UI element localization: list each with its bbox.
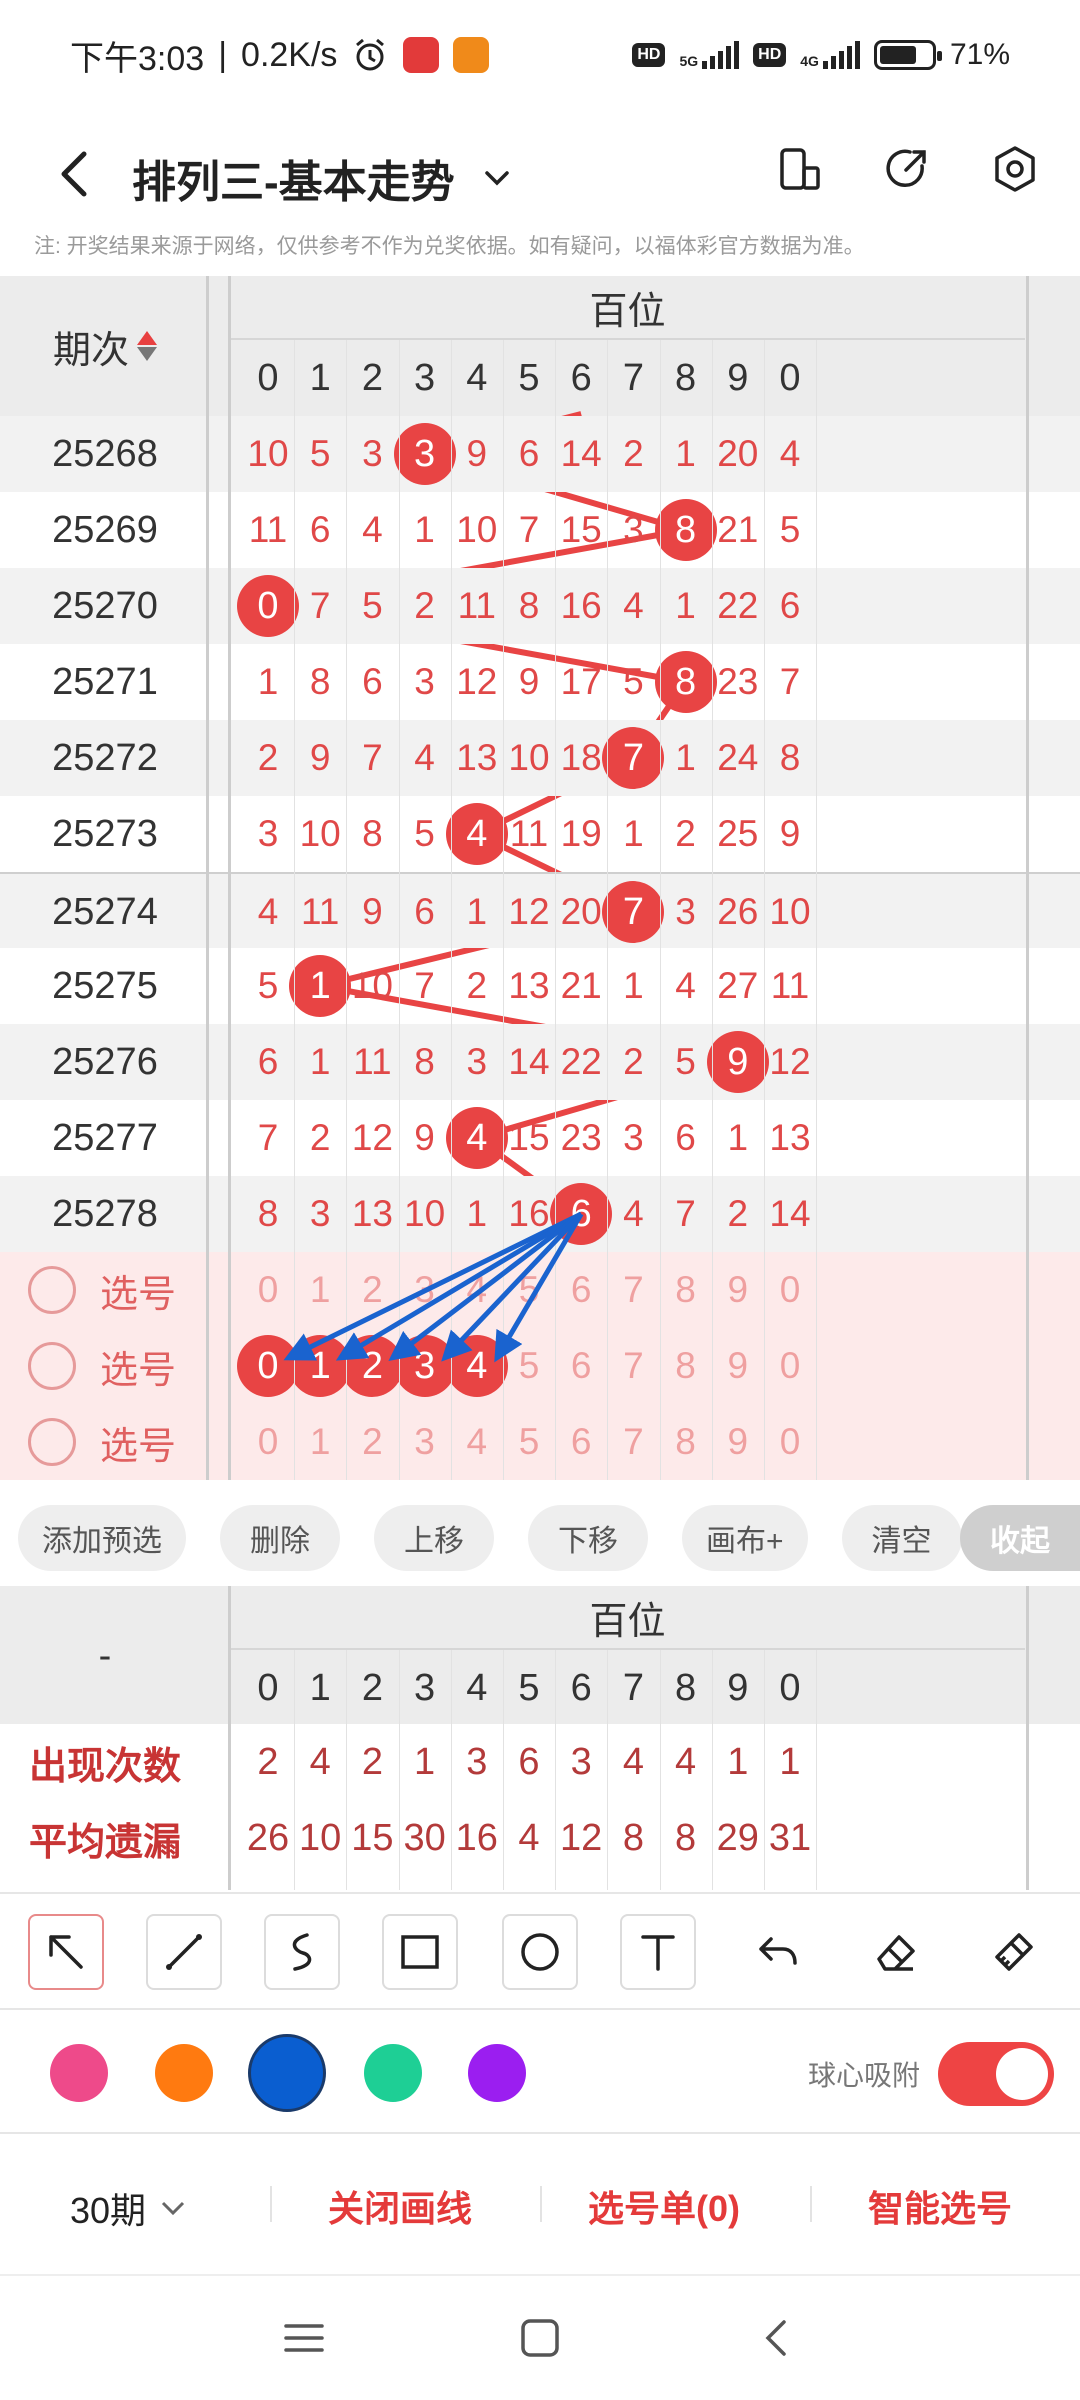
snap-to-center-toggle[interactable] <box>938 2042 1054 2106</box>
hd-badge-2: HD <box>753 43 787 67</box>
curve-tool-icon[interactable] <box>264 1914 340 1990</box>
app-notification-icon-2 <box>453 37 490 73</box>
delete-button[interactable]: 删除 <box>220 1505 340 1571</box>
page-title[interactable]: 排列三-基本走势 <box>132 146 513 210</box>
eraser-icon[interactable] <box>858 1914 934 1990</box>
appear-count-cell: 1 <box>779 1740 801 1783</box>
battery-percent: 71% <box>949 38 1010 71</box>
stats-group-header: 百位 <box>230 1586 1025 1650</box>
action-bar: 添加预选 删除 上移 下移 画布+ 清空 收起 <box>0 1496 1080 1580</box>
close-lines-button[interactable]: 关闭画线 <box>328 2180 472 2232</box>
battery-icon <box>873 40 942 70</box>
back-nav-icon[interactable] <box>756 2316 800 2360</box>
bottom-bar: 30期 关闭画线 选号单(0) 智能选号 <box>0 2136 1080 2274</box>
pick-list-button[interactable]: 选号单(0) <box>588 2180 740 2232</box>
status-time: 下午3:03 <box>70 39 205 78</box>
back-icon[interactable] <box>48 146 104 202</box>
color-swatch-purple[interactable] <box>468 2044 526 2102</box>
network-5g: 5G <box>679 41 740 69</box>
arrow-tool-icon[interactable] <box>28 1914 104 1990</box>
rect-tool-icon[interactable] <box>382 1914 458 1990</box>
menu-icon[interactable] <box>282 2316 326 2360</box>
snap-to-center-label: 球心吸附 <box>808 2060 921 2091</box>
settings-icon[interactable] <box>990 144 1040 194</box>
move-down-button[interactable]: 下移 <box>528 1505 648 1571</box>
appear-count-label: 出现次数 <box>28 1745 181 1788</box>
arrow-annotations <box>283 1211 584 1363</box>
avg-miss-row: 平均遗漏 26 10 15 30 16 4 12 8 8 29 31 <box>0 1800 1080 1876</box>
network-4g: 4G <box>800 41 860 69</box>
add-preselect-button[interactable]: 添加预选 <box>18 1505 186 1571</box>
share-icon[interactable] <box>882 144 932 194</box>
circle-tool-icon[interactable] <box>502 1914 578 1990</box>
arrow-annotation <box>335 1211 583 1361</box>
signal-icon-2 <box>822 41 860 69</box>
clear-button[interactable]: 清空 <box>841 1505 962 1571</box>
draw-toolbar <box>0 1892 1080 2010</box>
color-picker: 球心吸附 <box>0 2012 1080 2134</box>
undo-icon[interactable] <box>740 1914 816 1990</box>
nav-bar: 排列三-基本走势 <box>0 110 1080 240</box>
screen-orientation-icon[interactable] <box>774 144 824 194</box>
signal-icon <box>702 41 740 69</box>
stats-table: - 百位 01234567890 出现次数 24213634411 平均遗漏 2… <box>0 1586 1080 1890</box>
status-bar: 下午3:03 | 0.2K/s HD 5G HD 4G 71% <box>0 0 1080 110</box>
avg-miss-cell: 31 <box>768 1816 812 1859</box>
system-nav-bar <box>0 2274 1080 2400</box>
color-swatch-blue[interactable] <box>248 2034 326 2112</box>
stats-corner-label: - <box>98 1634 112 1677</box>
move-up-button[interactable]: 上移 <box>374 1505 494 1571</box>
disclaimer-note: 注: 开奖结果来源于网络，仅供参考不作为兑奖依据。如有疑问，以福体彩官方数据为准… <box>34 235 865 258</box>
status-speed: 0.2K/s <box>241 35 338 74</box>
collapse-button[interactable]: 收起 <box>960 1505 1080 1571</box>
text-tool-icon[interactable] <box>620 1914 696 1990</box>
smart-pick-button[interactable]: 智能选号 <box>868 2180 1012 2232</box>
color-swatch-green[interactable] <box>364 2044 422 2102</box>
home-icon[interactable] <box>518 2316 562 2360</box>
color-swatch-orange[interactable] <box>155 2044 213 2102</box>
arrow-annotation <box>388 1212 583 1362</box>
alarm-icon <box>356 38 385 71</box>
period-count-select[interactable]: 30期 <box>70 2182 188 2234</box>
hd-badge: HD <box>632 43 666 67</box>
clear-canvas-icon[interactable] <box>976 1914 1052 1990</box>
chevron-down-icon <box>161 2201 185 2216</box>
chevron-down-icon <box>484 171 509 186</box>
stats-digit-header: 0 <box>779 1666 801 1709</box>
color-swatch-pink[interactable] <box>50 2044 108 2102</box>
avg-miss-label: 平均遗漏 <box>28 1821 181 1864</box>
appear-count-row: 出现次数 24213634411 <box>0 1724 1080 1800</box>
canvas-plus-button[interactable]: 画布+ <box>682 1505 808 1571</box>
line-tool-icon[interactable] <box>146 1914 222 1990</box>
app-notification-icon <box>403 37 440 73</box>
